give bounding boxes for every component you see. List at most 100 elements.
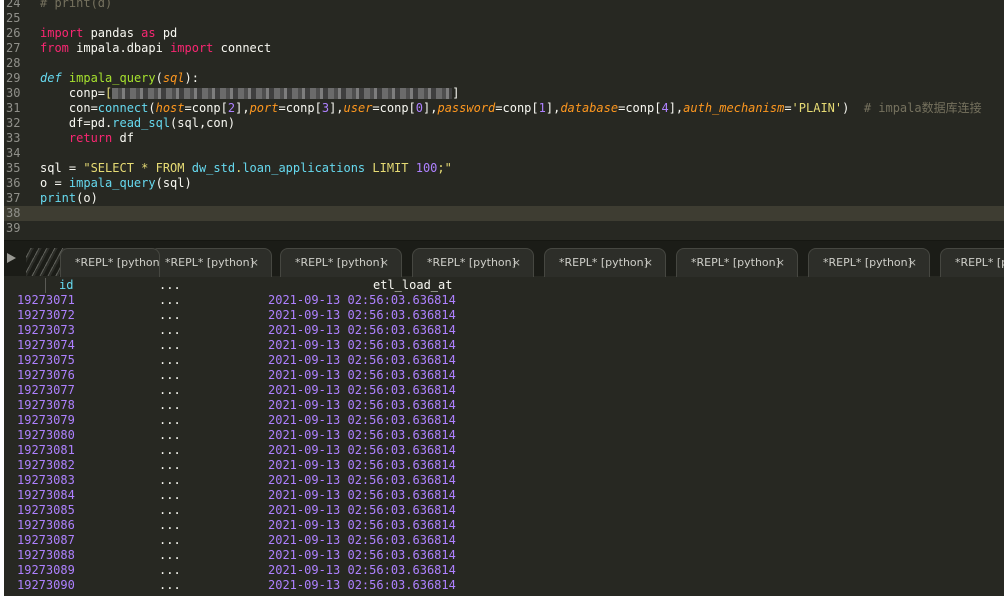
code-line-39[interactable]: 39 [4,221,1004,236]
row-ellipsis: ... [159,473,181,487]
tab-close-icon[interactable]: × [250,249,259,277]
dataframe-row: 19273079... 2021-09-13 02:56:03.636814 [4,413,1004,428]
row-id: 19273085 [17,503,75,517]
code-token: ], [668,101,684,115]
code-line-29[interactable]: 29 def impala_query(sql): [4,71,1004,86]
dataframe-row: 19273071... 2021-09-13 02:56:03.636814 [4,293,1004,308]
line-number: 26 [6,26,21,40]
code-line-31[interactable]: 31 con=connect(host=conp[2],port=conp[3]… [4,101,1004,116]
line-number: 36 [6,176,21,190]
repl-tab-bar: *REPL* [python] *REPL* [python] × *REPL* [p… [4,240,1004,277]
dataframe-row: 19273080... 2021-09-13 02:56:03.636814 [4,428,1004,443]
code-line-32[interactable]: 32 df=pd.read_sql(sql,con) [4,116,1004,131]
row-ellipsis: ... [159,518,181,532]
row-id: 19273075 [17,353,75,367]
code-token: import [170,41,214,55]
row-id: 19273082 [17,458,75,472]
code-line-28[interactable]: 28 [4,56,1004,71]
column-header: id [59,278,74,292]
code-token: 1 [538,101,546,115]
code-line-27[interactable]: 27 from impala.dbapi import connect [4,41,1004,56]
code-token: 0 [415,101,424,115]
row-ellipsis: ... [159,413,181,427]
row-timestamp: 2021-09-13 02:56:03.636814 [268,443,456,457]
row-timestamp: 2021-09-13 02:56:03.636814 [268,503,456,517]
tab-close-icon[interactable]: × [908,249,917,277]
repl-output-panel[interactable]: id... etl_load_at 19273071... 2021-09-13 02… [4,276,1004,596]
code-token: =conp[ [618,101,662,115]
repl-tab[interactable]: *REPL* [python] × [280,248,402,277]
code-token: database [560,101,619,115]
code-token: conp[ [191,101,228,115]
dataframe-row: 19273078... 2021-09-13 02:56:03.636814 [4,398,1004,413]
code-token: sql = [40,161,84,175]
code-line-24[interactable]: 24 # print(d) [4,0,1004,11]
row-id: 19273090 [17,578,75,592]
tab-label: *REPL* [python] [691,256,780,269]
code-token: ], [423,101,438,115]
code-token: dw_std [191,161,236,175]
tab-label: *REPL* [python] [295,256,384,269]
code-token: pd [155,26,178,40]
code-line-33[interactable]: 33 return df [4,131,1004,146]
line-number: 35 [6,161,21,175]
row-ellipsis: ... [159,488,181,502]
row-ellipsis: ... [159,578,181,592]
code-line-38[interactable]: 38 [4,206,1004,221]
tab-label: *REPL* [python] [955,256,1004,269]
tab-label: *REPL* [python] [427,256,516,269]
repl-tab[interactable]: *REPL* [python] × [808,248,930,277]
row-timestamp: 2021-09-13 02:56:03.636814 [268,413,456,427]
repl-tab[interactable]: *REPL* [python] × [150,248,272,277]
code-token: df [112,131,134,145]
repl-tab[interactable]: *REPL* [python] [940,248,1004,277]
code-text: from impala.dbapi import connect [40,41,271,56]
line-number: 32 [6,116,21,130]
row-ellipsis: ... [159,323,181,337]
code-token: ;" [437,161,452,175]
row-ellipsis: ... [159,548,181,562]
row-timestamp: 2021-09-13 02:56:03.636814 [268,488,456,502]
code-line-35[interactable]: 35 sql = "SELECT * FROM dw_std.loan_appli… [4,161,1004,176]
repl-tab[interactable]: *REPL* [python] × [544,248,666,277]
code-token: read_sql [112,116,171,130]
code-token: o = [40,176,69,190]
tab-close-icon[interactable]: × [380,249,389,277]
row-timestamp: 2021-09-13 02:56:03.636814 [268,338,456,352]
code-token: "SELECT * FROM [83,161,192,175]
code-line-37[interactable]: 37 print(o) [4,191,1004,206]
line-number: 39 [6,221,21,235]
code-token: 4 [661,101,669,115]
code-editor[interactable]: 24 # print(d) 25 26 import pandas as pd 27 fro… [4,0,1004,240]
repl-tab[interactable]: *REPL* [python] × [412,248,534,277]
row-timestamp: 2021-09-13 02:56:03.636814 [268,578,456,592]
tab-close-icon[interactable]: × [776,249,785,277]
row-ellipsis: ... [159,428,181,442]
code-line-30[interactable]: 30 conp=[] [4,86,1004,101]
dataframe-row: 19273077... 2021-09-13 02:56:03.636814 [4,383,1004,398]
dataframe-row: 19273074... 2021-09-13 02:56:03.636814 [4,338,1004,353]
code-token: impala_query [68,71,156,85]
repl-tab[interactable]: *REPL* [python] × [676,248,798,277]
row-timestamp: 2021-09-13 02:56:03.636814 [268,548,456,562]
tab-overflow-arrow-icon[interactable] [7,253,16,263]
code-line-34[interactable]: 34 [4,146,1004,161]
code-token: connect [97,101,149,115]
row-timestamp: 2021-09-13 02:56:03.636814 [268,323,456,337]
row-id: 19273084 [17,488,75,502]
tab-close-icon[interactable]: × [644,249,653,277]
sublime-window: 24 # print(d) 25 26 import pandas as pd 27 fro… [4,0,1004,596]
code-line-26[interactable]: 26 import pandas as pd [4,26,1004,41]
dataframe-row: 19273089... 2021-09-13 02:56:03.636814 [4,563,1004,578]
index-divider [45,278,46,293]
code-line-25[interactable]: 25 [4,11,1004,26]
row-id: 19273086 [17,518,75,532]
row-id: 19273089 [17,563,75,577]
repl-tab[interactable]: *REPL* [python] [60,248,160,277]
code-token: =conp[ [372,101,416,115]
tab-close-icon[interactable]: × [512,249,521,277]
code-token: conp= [40,86,106,100]
code-line-36[interactable]: 36 o = impala_query(sql) [4,176,1004,191]
line-number: 27 [6,41,21,55]
row-timestamp: 2021-09-13 02:56:03.636814 [268,473,456,487]
